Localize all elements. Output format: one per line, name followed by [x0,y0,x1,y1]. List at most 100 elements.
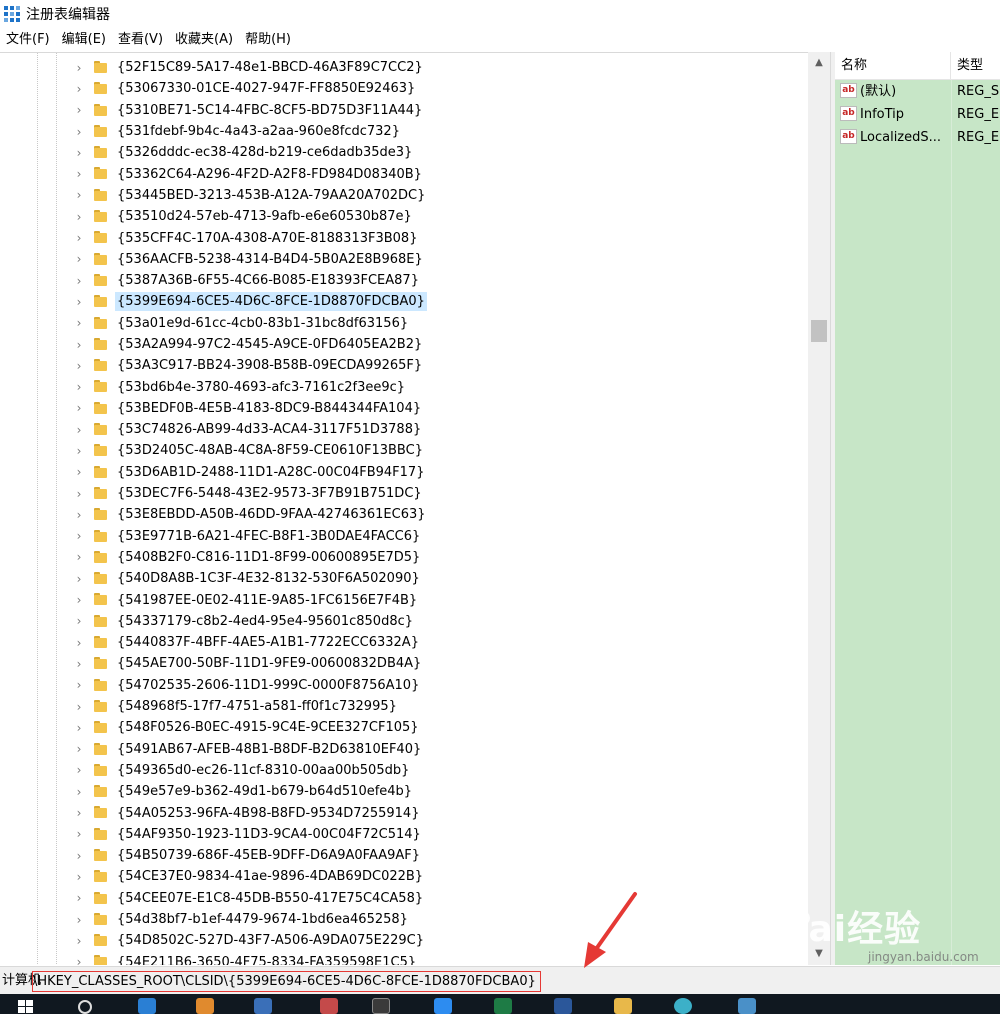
tree-item[interactable]: › {53a01e9d-61cc-4cb0-83b1-31bc8df63156} [0,313,808,334]
chevron-right-icon[interactable]: › [74,614,84,628]
chevron-right-icon[interactable]: › [74,913,84,927]
tree-item[interactable]: › {531fdebf-9b4c-4a43-a2aa-960e8fcdc732} [0,121,808,142]
tree-item[interactable]: › {53067330-01CE-4027-947F-FF8850E92463} [0,78,808,99]
chevron-right-icon[interactable]: › [74,359,84,373]
windows-start-icon[interactable] [18,1000,34,1014]
chevron-right-icon[interactable]: › [74,572,84,586]
chevron-right-icon[interactable]: › [74,210,84,224]
tree-item[interactable]: › {54A05253-96FA-4B98-B8FD-9534D7255914} [0,802,808,823]
tree-item[interactable]: › {53A2A994-97C2-4545-A9CE-0FD6405EA2B2} [0,334,808,355]
chevron-right-icon[interactable]: › [74,231,84,245]
chevron-right-icon[interactable]: › [74,82,84,96]
menu-view[interactable]: 查看(V) [112,29,169,51]
chevron-right-icon[interactable]: › [74,188,84,202]
tree-item[interactable]: › {548F0526-B0EC-4915-9C4E-9CEE327CF105} [0,717,808,738]
tree-item[interactable]: › {54AF9350-1923-11D3-9CA4-00C04F72C514} [0,824,808,845]
app-icon[interactable] [674,998,692,1014]
chevron-right-icon[interactable]: › [74,827,84,841]
value-row[interactable]: ab (默认) REG_S [835,80,1000,103]
app-icon[interactable] [738,998,756,1014]
app-icon[interactable] [254,998,272,1014]
tree-item[interactable]: › {5408B2F0-C816-11D1-8F99-00600895E7D5} [0,547,808,568]
store-icon[interactable] [434,998,452,1014]
chevron-right-icon[interactable]: › [74,806,84,820]
tree-item[interactable]: › {53C74826-AB99-4d33-ACA4-3117F51D3788} [0,419,808,440]
tree-item[interactable]: › {5326dddc-ec38-428d-b219-ce6dadb35de3} [0,142,808,163]
chevron-right-icon[interactable]: › [74,678,84,692]
scroll-thumb[interactable] [811,320,827,342]
chevron-right-icon[interactable]: › [74,252,84,266]
app-icon[interactable] [320,998,338,1014]
tree-item[interactable]: › {549e57e9-b362-49d1-b679-b64d510efe4b} [0,781,808,802]
tree-item[interactable]: › {5491AB67-AFEB-48B1-B8DF-B2D63810EF40} [0,739,808,760]
chevron-right-icon[interactable]: › [74,721,84,735]
chevron-right-icon[interactable]: › [74,125,84,139]
chevron-right-icon[interactable]: › [74,316,84,330]
chevron-right-icon[interactable]: › [74,167,84,181]
chevron-right-icon[interactable]: › [74,146,84,160]
status-key-path[interactable]: \HKEY_CLASSES_ROOT\CLSID\{5399E694-6CE5-… [32,971,541,992]
tree-item[interactable]: › {54B50739-686F-45EB-9DFF-D6A9A0FAA9AF} [0,845,808,866]
tree-item[interactable]: › {53E8EBDD-A50B-46DD-9FAA-42746361EC63} [0,504,808,525]
tree-item[interactable]: › {53D6AB1D-2488-11D1-A28C-00C04FB94F17} [0,462,808,483]
tree-item[interactable]: › {53445BED-3213-453B-A12A-79AA20A702DC} [0,185,808,206]
menu-favorites[interactable]: 收藏夹(A) [169,29,239,51]
tree-item[interactable]: › {53DEC7F6-5448-43E2-9573-3F7B91B751DC} [0,483,808,504]
chevron-right-icon[interactable]: › [74,700,84,714]
chevron-right-icon[interactable]: › [74,849,84,863]
chevron-right-icon[interactable]: › [74,593,84,607]
chevron-right-icon[interactable]: › [74,785,84,799]
tree-item[interactable]: › {54337179-c8b2-4ed4-95e4-95601c850d8c} [0,611,808,632]
chevron-right-icon[interactable]: › [74,444,84,458]
menu-edit[interactable]: 编辑(E) [56,29,112,51]
tree-item[interactable]: › {5387A36B-6F55-4C66-B085-E18393FCEA87} [0,270,808,291]
edge-browser-icon[interactable] [138,998,156,1014]
chevron-right-icon[interactable]: › [74,636,84,650]
chevron-right-icon[interactable]: › [74,934,84,948]
chevron-right-icon[interactable]: › [74,891,84,905]
tree-item[interactable]: › {53D2405C-48AB-4C8A-8F59-CE0610F13BBC} [0,440,808,461]
tree-item[interactable]: › {549365d0-ec26-11cf-8310-00aa00b505db} [0,760,808,781]
chevron-right-icon[interactable]: › [74,763,84,777]
column-header-name[interactable]: 名称 [835,52,951,80]
tree-item[interactable]: › {54d38bf7-b1ef-4479-9674-1bd6ea465258} [0,909,808,930]
menu-file[interactable]: 文件(F) [0,29,56,51]
chevron-right-icon[interactable]: › [74,508,84,522]
chevron-right-icon[interactable]: › [74,103,84,117]
excel-icon[interactable] [494,998,512,1014]
chevron-right-icon[interactable]: › [74,529,84,543]
tree-item[interactable]: › {536AACFB-5238-4314-B4D4-5B0A2E8B968E} [0,249,808,270]
column-header-type[interactable]: 类型 [951,52,1000,80]
tree-item[interactable]: › {53A3C917-BB24-3908-B58B-09ECDA99265F} [0,355,808,376]
tree-item[interactable]: › {540D8A8B-1C3F-4E32-8132-530F6A502090} [0,568,808,589]
tree-item[interactable]: › {54CE37E0-9834-41ae-9896-4DAB69DC022B} [0,866,808,887]
chevron-right-icon[interactable]: › [74,465,84,479]
chevron-right-icon[interactable]: › [74,487,84,501]
tree-item[interactable]: › {54E211B6-3650-4F75-8334-FA359598E1C5} [0,951,808,965]
word-icon[interactable] [554,998,572,1014]
tree-item[interactable]: › {5440837F-4BFF-4AE5-A1B1-7722ECC6332A} [0,632,808,653]
chevron-right-icon[interactable]: › [74,550,84,564]
chevron-right-icon[interactable]: › [74,955,84,965]
tree-item[interactable]: › {53BEDF0B-4E5B-4183-8DC9-B844344FA104} [0,398,808,419]
chevron-right-icon[interactable]: › [74,657,84,671]
tree-vertical-scrollbar[interactable]: ▲ ▼ [808,52,830,965]
terminal-icon[interactable] [372,998,390,1014]
tree-item[interactable]: › {5399E694-6CE5-4D6C-8FCE-1D8870FDCBA0} [0,291,808,312]
chevron-right-icon[interactable]: › [74,338,84,352]
menu-help[interactable]: 帮助(H) [239,29,297,51]
chevron-right-icon[interactable]: › [74,401,84,415]
tree-item[interactable]: › {53bd6b4e-3780-4693-afc3-7161c2f3ee9c} [0,376,808,397]
file-explorer-icon[interactable] [614,998,632,1014]
tree-item[interactable]: › {54CEE07E-E1C8-45DB-B550-417E75C4CA58} [0,888,808,909]
tree-item[interactable]: › {53362C64-A296-4F2D-A2F8-FD984D08340B} [0,163,808,184]
chevron-right-icon[interactable]: › [74,423,84,437]
tree-item[interactable]: › {52F15C89-5A17-48e1-BBCD-46A3F89C7CC2} [0,57,808,78]
tree-item[interactable]: › {548968f5-17f7-4751-a581-ff0f1c732995} [0,696,808,717]
value-row[interactable]: ab LocalizedS... REG_E [835,126,1000,149]
tree-item[interactable]: › {541987EE-0E02-411E-9A85-1FC6156E7F4B} [0,589,808,610]
chevron-right-icon[interactable]: › [74,742,84,756]
tree-item[interactable]: › {5310BE71-5C14-4FBC-8CF5-BD75D3F11A44} [0,100,808,121]
value-row[interactable]: ab InfoTip REG_E [835,103,1000,126]
search-icon[interactable] [78,1000,92,1014]
